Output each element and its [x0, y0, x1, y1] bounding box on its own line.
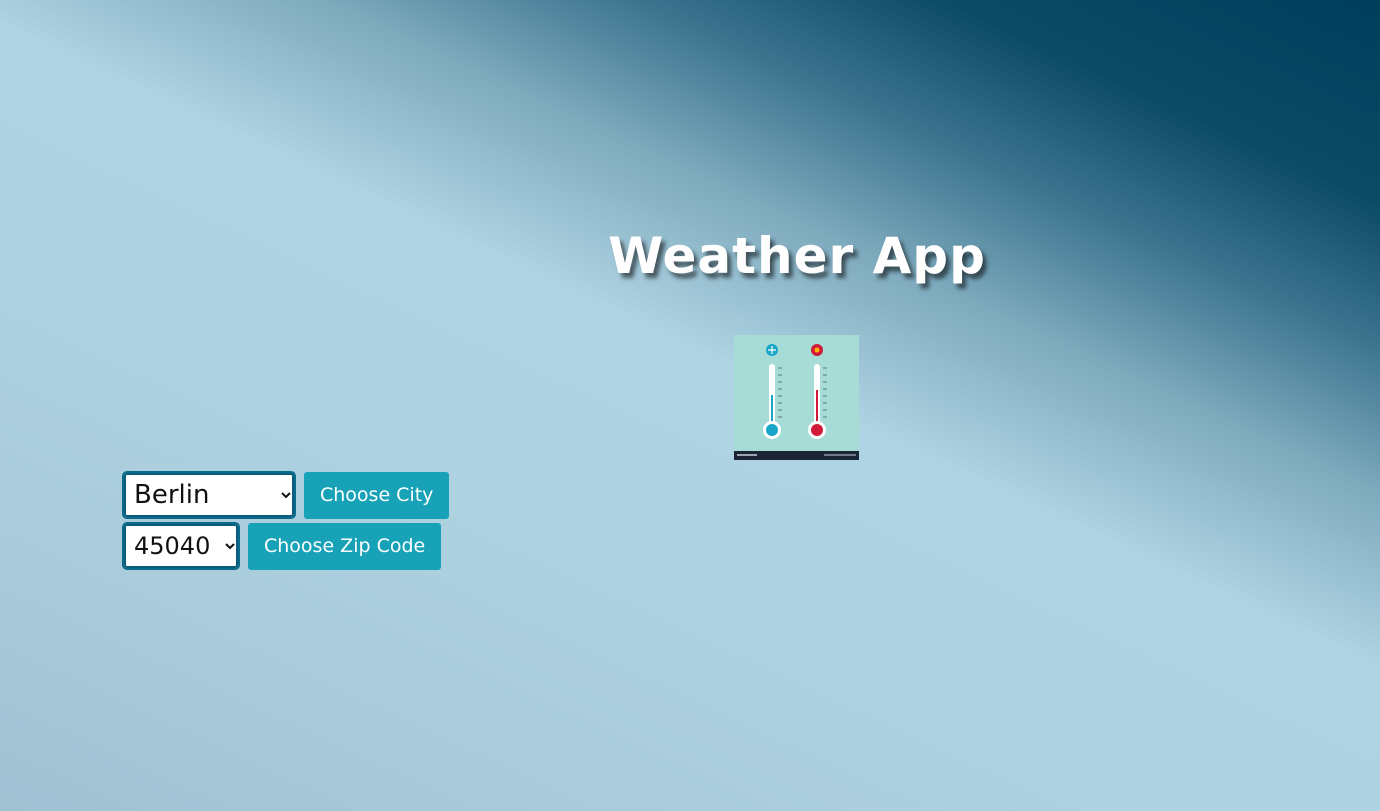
- page-title: Weather App: [608, 227, 986, 285]
- choose-zip-code-button[interactable]: Choose Zip Code: [248, 522, 442, 570]
- thermometer-image: [734, 335, 859, 460]
- city-select[interactable]: Berlin: [122, 471, 296, 519]
- choose-city-button[interactable]: Choose City: [304, 471, 450, 519]
- zip-form: 45040 Choose Zip Code: [122, 522, 442, 570]
- zip-code-select[interactable]: 45040: [122, 522, 240, 570]
- city-form: Berlin Choose City: [122, 471, 450, 519]
